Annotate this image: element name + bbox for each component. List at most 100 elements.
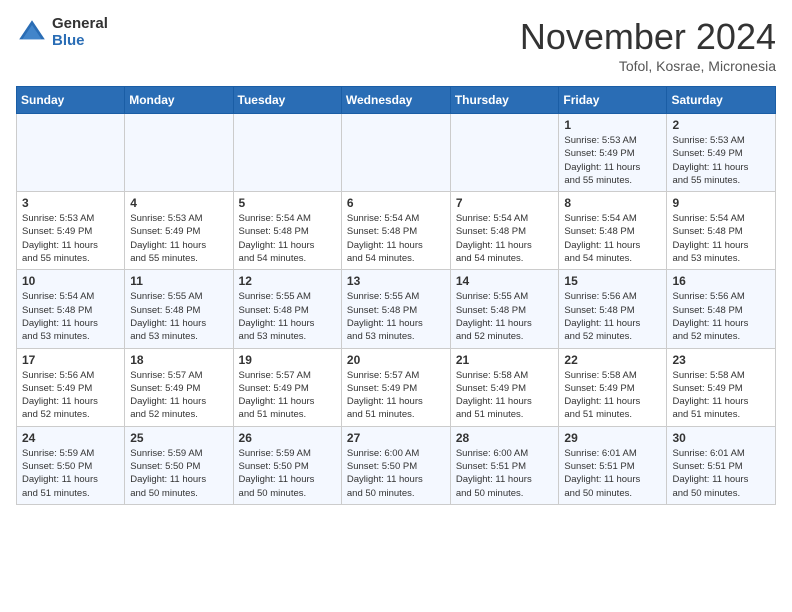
calendar-cell: 14 Sunrise: 5:55 AM Sunset: 5:48 PM Dayli…: [450, 270, 559, 348]
day-info: Sunrise: 6:00 AM Sunset: 5:50 PM Dayligh…: [347, 447, 445, 500]
day-info: Sunrise: 5:54 AM Sunset: 5:48 PM Dayligh…: [347, 212, 445, 265]
calendar-cell: [450, 114, 559, 192]
calendar-cell: [17, 114, 125, 192]
day-info: Sunrise: 5:58 AM Sunset: 5:49 PM Dayligh…: [672, 369, 770, 422]
day-info: Sunrise: 5:54 AM Sunset: 5:48 PM Dayligh…: [672, 212, 770, 265]
day-number: 12: [239, 274, 336, 288]
day-info: Sunrise: 5:54 AM Sunset: 5:48 PM Dayligh…: [564, 212, 661, 265]
day-info: Sunrise: 5:54 AM Sunset: 5:48 PM Dayligh…: [456, 212, 554, 265]
col-header-monday: Monday: [125, 87, 233, 114]
day-number: 6: [347, 196, 445, 210]
day-number: 9: [672, 196, 770, 210]
calendar-cell: 28 Sunrise: 6:00 AM Sunset: 5:51 PM Dayli…: [450, 426, 559, 504]
day-number: 27: [347, 431, 445, 445]
day-info: Sunrise: 5:55 AM Sunset: 5:48 PM Dayligh…: [130, 290, 227, 343]
calendar-cell: 5 Sunrise: 5:54 AM Sunset: 5:48 PM Daylig…: [233, 192, 341, 270]
day-number: 16: [672, 274, 770, 288]
day-number: 15: [564, 274, 661, 288]
calendar-cell: 15 Sunrise: 5:56 AM Sunset: 5:48 PM Dayli…: [559, 270, 667, 348]
day-number: 4: [130, 196, 227, 210]
day-number: 30: [672, 431, 770, 445]
day-info: Sunrise: 5:53 AM Sunset: 5:49 PM Dayligh…: [22, 212, 119, 265]
day-number: 5: [239, 196, 336, 210]
day-number: 25: [130, 431, 227, 445]
day-number: 11: [130, 274, 227, 288]
calendar-cell: [233, 114, 341, 192]
day-info: Sunrise: 5:58 AM Sunset: 5:49 PM Dayligh…: [564, 369, 661, 422]
page-header: General Blue November 2024 Tofol, Kosrae…: [16, 16, 776, 74]
calendar-cell: 16 Sunrise: 5:56 AM Sunset: 5:48 PM Dayli…: [667, 270, 776, 348]
calendar-cell: 8 Sunrise: 5:54 AM Sunset: 5:48 PM Daylig…: [559, 192, 667, 270]
day-info: Sunrise: 5:56 AM Sunset: 5:49 PM Dayligh…: [22, 369, 119, 422]
col-header-sunday: Sunday: [17, 87, 125, 114]
day-number: 22: [564, 353, 661, 367]
day-number: 21: [456, 353, 554, 367]
day-info: Sunrise: 5:59 AM Sunset: 5:50 PM Dayligh…: [239, 447, 336, 500]
day-number: 23: [672, 353, 770, 367]
calendar-cell: 25Sunrise: 5:59 AM Sunset: 5:50 PM Dayli…: [125, 426, 233, 504]
title-block: November 2024 Tofol, Kosrae, Micronesia: [520, 16, 776, 74]
day-number: 7: [456, 196, 554, 210]
day-number: 8: [564, 196, 661, 210]
calendar-cell: 1Sunrise: 5:53 AM Sunset: 5:49 PM Daylig…: [559, 114, 667, 192]
col-header-wednesday: Wednesday: [341, 87, 450, 114]
calendar-cell: 26 Sunrise: 5:59 AM Sunset: 5:50 PM Dayli…: [233, 426, 341, 504]
day-number: 20: [347, 353, 445, 367]
calendar-week-4: 17Sunrise: 5:56 AM Sunset: 5:49 PM Dayli…: [17, 348, 776, 426]
calendar-week-3: 10 Sunrise: 5:54 AM Sunset: 5:48 PM Dayli…: [17, 270, 776, 348]
col-header-thursday: Thursday: [450, 87, 559, 114]
day-info: Sunrise: 5:56 AM Sunset: 5:48 PM Dayligh…: [672, 290, 770, 343]
day-number: 29: [564, 431, 661, 445]
day-info: Sunrise: 5:55 AM Sunset: 5:48 PM Dayligh…: [347, 290, 445, 343]
calendar-cell: 21 Sunrise: 5:58 AM Sunset: 5:49 PM Dayli…: [450, 348, 559, 426]
day-info: Sunrise: 6:01 AM Sunset: 5:51 PM Dayligh…: [564, 447, 661, 500]
day-number: 28: [456, 431, 554, 445]
calendar-cell: 12 Sunrise: 5:55 AM Sunset: 5:48 PM Dayli…: [233, 270, 341, 348]
day-info: Sunrise: 5:53 AM Sunset: 5:49 PM Dayligh…: [130, 212, 227, 265]
day-info: Sunrise: 5:58 AM Sunset: 5:49 PM Dayligh…: [456, 369, 554, 422]
calendar-cell: 13Sunrise: 5:55 AM Sunset: 5:48 PM Dayli…: [341, 270, 450, 348]
month-title: November 2024: [520, 16, 776, 58]
day-info: Sunrise: 5:54 AM Sunset: 5:48 PM Dayligh…: [239, 212, 336, 265]
calendar-cell: 10 Sunrise: 5:54 AM Sunset: 5:48 PM Dayli…: [17, 270, 125, 348]
calendar-cell: 22 Sunrise: 5:58 AM Sunset: 5:49 PM Dayli…: [559, 348, 667, 426]
logo-icon: [16, 17, 48, 49]
calendar-cell: 24 Sunrise: 5:59 AM Sunset: 5:50 PM Dayli…: [17, 426, 125, 504]
calendar-cell: 17Sunrise: 5:56 AM Sunset: 5:49 PM Dayli…: [17, 348, 125, 426]
day-info: Sunrise: 5:53 AM Sunset: 5:49 PM Dayligh…: [672, 134, 770, 187]
calendar-cell: 20 Sunrise: 5:57 AM Sunset: 5:49 PM Dayli…: [341, 348, 450, 426]
calendar-cell: 6 Sunrise: 5:54 AM Sunset: 5:48 PM Daylig…: [341, 192, 450, 270]
day-number: 14: [456, 274, 554, 288]
day-info: Sunrise: 5:59 AM Sunset: 5:50 PM Dayligh…: [22, 447, 119, 500]
day-number: 3: [22, 196, 119, 210]
calendar-cell: 9 Sunrise: 5:54 AM Sunset: 5:48 PM Daylig…: [667, 192, 776, 270]
day-number: 18: [130, 353, 227, 367]
day-info: Sunrise: 5:53 AM Sunset: 5:49 PM Dayligh…: [564, 134, 661, 187]
calendar-table: SundayMondayTuesdayWednesdayThursdayFrid…: [16, 86, 776, 505]
day-number: 2: [672, 118, 770, 132]
calendar-week-2: 3 Sunrise: 5:53 AM Sunset: 5:49 PM Daylig…: [17, 192, 776, 270]
day-number: 26: [239, 431, 336, 445]
day-info: Sunrise: 5:57 AM Sunset: 5:49 PM Dayligh…: [239, 369, 336, 422]
calendar-cell: 19 Sunrise: 5:57 AM Sunset: 5:49 PM Dayli…: [233, 348, 341, 426]
day-info: Sunrise: 5:54 AM Sunset: 5:48 PM Dayligh…: [22, 290, 119, 343]
calendar-cell: 27 Sunrise: 6:00 AM Sunset: 5:50 PM Dayli…: [341, 426, 450, 504]
calendar-week-1: 1Sunrise: 5:53 AM Sunset: 5:49 PM Daylig…: [17, 114, 776, 192]
calendar-week-5: 24 Sunrise: 5:59 AM Sunset: 5:50 PM Dayli…: [17, 426, 776, 504]
day-info: Sunrise: 5:55 AM Sunset: 5:48 PM Dayligh…: [456, 290, 554, 343]
day-info: Sunrise: 5:57 AM Sunset: 5:49 PM Dayligh…: [347, 369, 445, 422]
calendar-header-row: SundayMondayTuesdayWednesdayThursdayFrid…: [17, 87, 776, 114]
day-info: Sunrise: 6:00 AM Sunset: 5:51 PM Dayligh…: [456, 447, 554, 500]
day-info: Sunrise: 5:55 AM Sunset: 5:48 PM Dayligh…: [239, 290, 336, 343]
location: Tofol, Kosrae, Micronesia: [520, 58, 776, 74]
calendar-cell: 30Sunrise: 6:01 AM Sunset: 5:51 PM Dayli…: [667, 426, 776, 504]
day-number: 10: [22, 274, 119, 288]
col-header-saturday: Saturday: [667, 87, 776, 114]
day-number: 19: [239, 353, 336, 367]
day-info: Sunrise: 5:56 AM Sunset: 5:48 PM Dayligh…: [564, 290, 661, 343]
logo-blue: Blue: [52, 33, 108, 50]
calendar-cell: 29 Sunrise: 6:01 AM Sunset: 5:51 PM Dayli…: [559, 426, 667, 504]
day-number: 24: [22, 431, 119, 445]
logo: General Blue: [16, 16, 108, 49]
calendar-cell: 11 Sunrise: 5:55 AM Sunset: 5:48 PM Dayli…: [125, 270, 233, 348]
